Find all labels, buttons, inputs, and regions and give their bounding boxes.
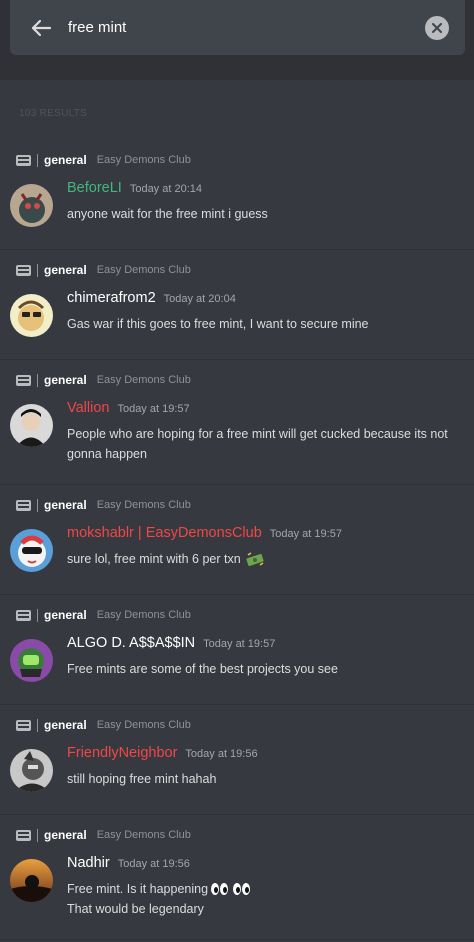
server-name: Easy Demons Club: [96, 829, 191, 841]
message[interactable]: mokshablr | EasyDemonsClub Today at 19:5…: [0, 525, 474, 572]
separator: [37, 263, 38, 277]
search-input[interactable]: free mint: [68, 19, 425, 36]
server-name: Easy Demons Club: [96, 719, 191, 731]
message[interactable]: chimerafrom2 Today at 20:04 Gas war if t…: [0, 290, 474, 337]
timestamp: Today at 19:57: [269, 528, 342, 540]
search-result[interactable]: general Easy Demons Club mokshablr | Eas…: [0, 485, 474, 595]
timestamp: Today at 19:56: [117, 858, 190, 870]
result-channel-header[interactable]: general Easy Demons Club: [0, 250, 474, 290]
author-name[interactable]: BeforeLI: [67, 180, 122, 196]
timestamp: Today at 19:57: [117, 403, 190, 415]
money-emoji-icon: [246, 552, 264, 567]
message[interactable]: FriendlyNeighbor Today at 19:56 still ho…: [0, 745, 474, 792]
search-result[interactable]: general Easy Demons Club BeforeLI Today …: [0, 140, 474, 250]
search-results-list: general Easy Demons Club BeforeLI Today …: [0, 140, 474, 940]
message-text: still hoping free mint hahah: [67, 772, 217, 786]
author-name[interactable]: chimerafrom2: [67, 290, 156, 306]
author-name[interactable]: mokshablr | EasyDemonsClub: [67, 525, 262, 541]
message[interactable]: Nadhir Today at 19:56 Free mint. Is it h…: [0, 855, 474, 919]
separator: [37, 718, 38, 732]
timestamp: Today at 19:56: [185, 748, 258, 760]
separator: [37, 828, 38, 842]
author-name[interactable]: Vallion: [67, 400, 109, 416]
message-text-row: sure lol, free mint with 6 per txn: [67, 549, 462, 569]
avatar[interactable]: [10, 294, 53, 337]
message-text: anyone wait for the free mint i guess: [67, 207, 268, 221]
channel-name[interactable]: general: [44, 153, 87, 167]
results-count: 103 RESULTS: [19, 108, 88, 119]
result-channel-header[interactable]: general Easy Demons Club: [0, 595, 474, 635]
message-text: That would be legendary: [67, 902, 204, 916]
server-icon: [16, 829, 31, 841]
timestamp: Today at 19:57: [203, 638, 276, 650]
result-channel-header[interactable]: general Easy Demons Club: [0, 360, 474, 400]
channel-name[interactable]: general: [44, 373, 87, 387]
search-result[interactable]: general Easy Demons Club Nadhir Today at…: [0, 815, 474, 940]
message-text: sure lol, free mint with 6 per txn: [67, 552, 241, 566]
server-name: Easy Demons Club: [96, 264, 191, 276]
message-text: People who are hoping for a free mint wi…: [67, 427, 448, 441]
separator: [37, 498, 38, 512]
search-result[interactable]: general Easy Demons Club chimerafrom2 To…: [0, 250, 474, 360]
timestamp: Today at 20:14: [129, 183, 202, 195]
server-name: Easy Demons Club: [96, 374, 191, 386]
search-result[interactable]: general Easy Demons Club FriendlyNeighbo…: [0, 705, 474, 815]
avatar[interactable]: [10, 749, 53, 792]
message[interactable]: Vallion Today at 19:57 People who are ho…: [0, 400, 474, 464]
channel-name[interactable]: general: [44, 718, 87, 732]
message[interactable]: ALGO D. A$$A$$IN Today at 19:57 Free min…: [0, 635, 474, 682]
back-arrow-icon[interactable]: [14, 0, 68, 55]
timestamp: Today at 20:04: [163, 293, 236, 305]
result-channel-header[interactable]: general Easy Demons Club: [0, 140, 474, 180]
avatar[interactable]: [10, 184, 53, 227]
server-icon: [16, 499, 31, 511]
message-text: Free mints are some of the best projects…: [67, 662, 338, 676]
message-text-row: Free mint. Is it happening: [67, 879, 462, 899]
server-icon: [16, 609, 31, 621]
server-name: Easy Demons Club: [96, 499, 191, 511]
separator: [37, 608, 38, 622]
avatar[interactable]: [10, 639, 53, 682]
result-channel-header[interactable]: general Easy Demons Club: [0, 815, 474, 855]
author-name[interactable]: ALGO D. A$$A$$IN: [67, 635, 195, 651]
avatar[interactable]: [10, 529, 53, 572]
search-bar[interactable]: free mint: [10, 0, 465, 55]
message-text: Gas war if this goes to free mint, I wan…: [67, 317, 369, 331]
message-text: gonna happen: [67, 447, 147, 461]
search-result[interactable]: general Easy Demons Club Vallion Today a…: [0, 360, 474, 485]
server-name: Easy Demons Club: [96, 154, 191, 166]
avatar[interactable]: [10, 859, 53, 902]
separator: [37, 373, 38, 387]
search-result[interactable]: general Easy Demons Club ALGO D. A$$A$$I…: [0, 595, 474, 705]
server-icon: [16, 154, 31, 166]
channel-name[interactable]: general: [44, 498, 87, 512]
result-channel-header[interactable]: general Easy Demons Club: [0, 485, 474, 525]
channel-name[interactable]: general: [44, 608, 87, 622]
server-name: Easy Demons Club: [96, 609, 191, 621]
message-text: Free mint. Is it happening: [67, 882, 209, 896]
separator: [37, 153, 38, 167]
message[interactable]: BeforeLI Today at 20:14 anyone wait for …: [0, 180, 474, 227]
server-icon: [16, 719, 31, 731]
channel-name[interactable]: general: [44, 828, 87, 842]
search-header: free mint: [0, 0, 474, 80]
eyes-emoji-icon: [211, 883, 251, 895]
server-icon: [16, 374, 31, 386]
result-channel-header[interactable]: general Easy Demons Club: [0, 705, 474, 745]
channel-name[interactable]: general: [44, 263, 87, 277]
author-name[interactable]: FriendlyNeighbor: [67, 745, 177, 761]
server-icon: [16, 264, 31, 276]
clear-search-icon[interactable]: [425, 15, 449, 40]
author-name[interactable]: Nadhir: [67, 855, 110, 871]
avatar[interactable]: [10, 404, 53, 447]
